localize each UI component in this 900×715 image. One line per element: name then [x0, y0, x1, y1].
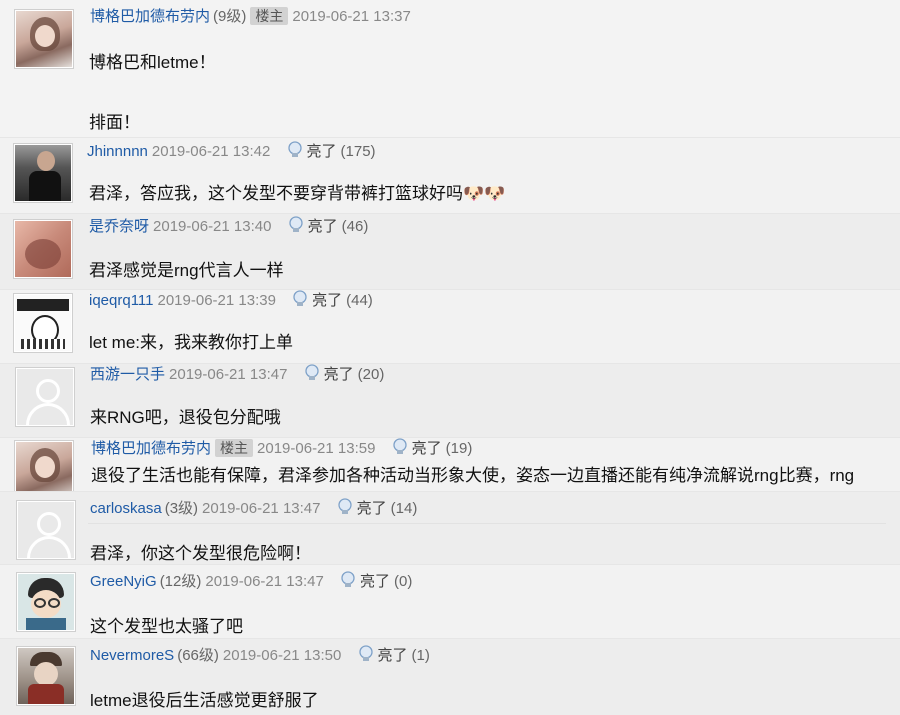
- light-button[interactable]: 亮了: [340, 571, 390, 590]
- light-count: (46): [341, 218, 369, 235]
- light-label: 亮了: [411, 440, 442, 457]
- owner-badge: 楼主: [250, 7, 289, 25]
- avatar[interactable]: [16, 572, 76, 632]
- user-level: (12级): [159, 573, 202, 590]
- post-time: 2019-06-21 13:47: [202, 500, 321, 517]
- light-count: (1): [411, 647, 430, 664]
- reply-item: 博格巴加德布劳内 楼主 2019-06-21 13:59 亮了 (19) 退役了生活也…: [0, 437, 900, 492]
- light-label: 亮了: [312, 292, 343, 309]
- reply-item: GreeNyiG (12级) 2019-06-21 13:47 亮了 (0) 这个发型…: [0, 564, 900, 639]
- light-label: 亮了: [377, 647, 408, 664]
- lightbulb-icon: [392, 438, 408, 461]
- avatar[interactable]: [14, 9, 74, 69]
- lightbulb-icon: [288, 216, 304, 239]
- owner-badge: 楼主: [215, 439, 254, 457]
- light-button[interactable]: 亮了: [304, 364, 354, 383]
- post-time: 2019-06-21 13:39: [157, 292, 276, 309]
- lightbulb-icon: [337, 498, 353, 521]
- reply-content: let me:来，我来教你打上单: [89, 333, 294, 352]
- post-time: 2019-06-21 13:47: [169, 366, 288, 383]
- light-count: (0): [394, 573, 413, 590]
- light-button[interactable]: 亮了: [392, 438, 442, 457]
- username-link[interactable]: carloskasa: [90, 500, 162, 517]
- username-link[interactable]: NevermoreS: [90, 647, 174, 664]
- light-button[interactable]: 亮了: [288, 216, 338, 235]
- post-content-line2: 排面！: [89, 113, 140, 132]
- user-level: (9级): [213, 8, 247, 25]
- reply-content: 君泽，你这个发型很危险啊！: [90, 544, 311, 563]
- light-count: (19): [445, 440, 473, 457]
- username-link[interactable]: GreeNyiG: [90, 573, 157, 590]
- light-button[interactable]: 亮了: [337, 498, 387, 517]
- light-label: 亮了: [306, 143, 337, 160]
- lightbulb-icon: [292, 290, 308, 313]
- post-content-line1: 博格巴和letme！: [89, 53, 216, 72]
- post-time: 2019-06-21 13:40: [153, 218, 272, 235]
- reply-content: 退役了生活也能有保障，君泽参加各种活动当形象大使，姿态一边直播还能有纯净流解说r…: [91, 466, 855, 485]
- post-time: 2019-06-21 13:47: [205, 573, 324, 590]
- post-time: 2019-06-21 13:59: [257, 440, 376, 457]
- username-link[interactable]: Jhinnnnn: [87, 143, 148, 160]
- post-meta: 博格巴加德布劳内 (9级) 楼主 2019-06-21 13:37: [90, 7, 411, 26]
- light-label: 亮了: [356, 500, 387, 517]
- reply-content: letme退役后生活感觉更舒服了: [90, 691, 319, 710]
- reply-item: carloskasa (3级) 2019-06-21 13:47 亮了 (14) 君泽…: [0, 491, 900, 565]
- avatar[interactable]: [13, 219, 73, 279]
- avatar[interactable]: [16, 646, 76, 706]
- username-link[interactable]: iqeqrq111: [89, 292, 154, 309]
- reply-content: 来RNG吧，退役包分配哦: [90, 408, 281, 427]
- post-time: 2019-06-21 13:50: [222, 647, 342, 664]
- light-label: 亮了: [307, 218, 338, 235]
- username-link[interactable]: 是乔奈呀: [89, 218, 149, 235]
- reply-item: 西游一只手 2019-06-21 13:47 亮了 (20) 来RNG吧，退役包分配…: [0, 363, 900, 438]
- username-link[interactable]: 西游一只手: [90, 366, 165, 383]
- light-button[interactable]: 亮了: [287, 141, 337, 160]
- reply-item: iqeqrq111 2019-06-21 13:39 亮了 (44) let me:…: [0, 289, 900, 364]
- user-level: (66级): [177, 647, 219, 664]
- light-count: (175): [340, 143, 376, 160]
- reply-content: 君泽感觉是rng代言人一样: [89, 261, 284, 280]
- username-link[interactable]: 博格巴加德布劳内: [91, 440, 211, 457]
- light-label: 亮了: [323, 366, 354, 383]
- op-post: 博格巴加德布劳内 (9级) 楼主 2019-06-21 13:37 博格巴和letme…: [0, 0, 900, 137]
- light-count: (20): [357, 366, 385, 383]
- lightbulb-icon: [287, 141, 303, 164]
- light-button[interactable]: 亮了: [292, 290, 343, 309]
- avatar[interactable]: [15, 367, 75, 427]
- reply-item: NevermoreS (66级) 2019-06-21 13:50 亮了 (1) le…: [0, 638, 900, 715]
- divider: [88, 523, 886, 524]
- post-time: 2019-06-21 13:37: [292, 8, 411, 25]
- reply-item: 是乔奈呀 2019-06-21 13:40 亮了 (46) 君泽感觉是rng代言人一…: [0, 213, 900, 290]
- light-label: 亮了: [359, 573, 390, 590]
- reply-item: Jhinnnnn 2019-06-21 13:42 亮了 (175) 君泽，答应我，…: [0, 137, 900, 214]
- lightbulb-icon: [340, 571, 356, 594]
- post-time: 2019-06-21 13:42: [151, 143, 271, 160]
- reply-content: 君泽，答应我，这个发型不要穿背带裤打篮球好吗🐶🐶: [89, 184, 506, 203]
- avatar[interactable]: [14, 440, 74, 492]
- user-level: (3级): [164, 500, 199, 517]
- light-count: (44): [346, 292, 373, 309]
- lightbulb-icon: [304, 364, 320, 387]
- avatar[interactable]: [16, 500, 76, 560]
- username-link[interactable]: 博格巴加德布劳内: [90, 8, 210, 25]
- avatar[interactable]: [13, 143, 73, 203]
- light-button[interactable]: 亮了: [358, 645, 408, 664]
- reply-content: 这个发型也太骚了吧: [90, 617, 243, 636]
- avatar[interactable]: [13, 293, 73, 353]
- lightbulb-icon: [358, 645, 374, 668]
- light-count: (14): [390, 500, 418, 517]
